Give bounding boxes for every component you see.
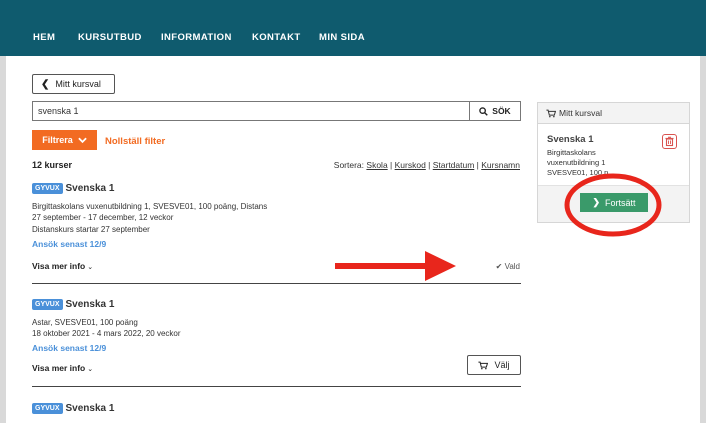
nav-item-kontakt[interactable]: KONTAKT	[252, 33, 301, 43]
course-title[interactable]: Svenska 1	[66, 403, 115, 414]
chevron-down-icon: ⌄	[87, 366, 94, 373]
trash-icon	[665, 136, 674, 147]
course-card: GYVUX Svenska 1 Birgittaskolans vuxenutbi…	[32, 180, 521, 286]
sort-option-startdatum[interactable]: Startdatum	[433, 160, 475, 170]
course-type-badge: GYVUX	[32, 403, 63, 415]
search-button-label: SÖK	[492, 106, 511, 116]
select-course-button[interactable]: Välj	[467, 355, 521, 375]
sort-options: Sortera: Skola | Kurskod | Startdatum | …	[333, 160, 520, 170]
apply-deadline-link[interactable]: Ansök senast 12/9	[32, 344, 106, 353]
cart-icon	[478, 361, 489, 369]
search-button[interactable]: SÖK	[469, 101, 521, 121]
cart-icon	[546, 109, 556, 117]
show-more-info-link[interactable]: Visa mer info ⌄	[32, 364, 93, 374]
apply-deadline-link[interactable]: Ansök senast 12/9	[32, 240, 106, 249]
nav-item-information[interactable]: INFORMATION	[161, 33, 232, 43]
chevron-right-icon: ❯	[592, 197, 601, 207]
course-dates: 27 september - 17 december, 12 veckor	[32, 213, 174, 222]
course-details: Astar, SVESVE01, 100 poäng	[32, 318, 138, 327]
left-edge	[0, 56, 6, 423]
sort-option-kurskod[interactable]: Kurskod	[395, 160, 426, 170]
course-type-badge: GYVUX	[32, 183, 63, 195]
selected-status-label: Vald	[504, 262, 520, 271]
top-navigation: HEM KURSUTBUD INFORMATION KONTAKT MIN SI…	[0, 0, 706, 56]
panel-header: Mitt kursval	[538, 103, 689, 124]
course-card: GYVUX Svenska 1 Astar, SVESVE01, 100 poän…	[32, 296, 521, 388]
checkmark-icon: ✔	[495, 262, 503, 271]
course-title[interactable]: Svenska 1	[66, 183, 115, 194]
cart-course-line: Birgittaskolans	[547, 148, 596, 157]
cart-course-line: SVESVE01, 100 p...	[547, 168, 615, 177]
panel-footer: ❯ Fortsätt	[538, 185, 689, 222]
chevron-down-icon: ⌄	[87, 264, 94, 271]
panel-header-label: Mitt kursval	[559, 108, 602, 118]
back-button-label: Mitt kursval	[55, 79, 101, 89]
course-dates: 18 oktober 2021 - 4 mars 2022, 20 veckor	[32, 329, 181, 338]
course-card: GYVUX Svenska 1	[32, 400, 521, 423]
remove-course-button[interactable]	[662, 134, 677, 149]
cart-course-line: vuxenutbildning 1	[547, 158, 606, 167]
my-courses-back-button[interactable]: ❮ Mitt kursval	[32, 74, 115, 94]
sort-option-kursnamn[interactable]: Kursnamn	[481, 160, 520, 170]
sort-label: Sortera:	[333, 160, 365, 170]
card-divider	[32, 386, 521, 387]
course-heading: GYVUX Svenska 1	[32, 180, 114, 198]
chevron-left-icon: ❮	[41, 78, 50, 90]
search-input[interactable]	[32, 101, 470, 121]
course-type-badge: GYVUX	[32, 299, 63, 311]
select-button-label: Välj	[494, 360, 510, 370]
course-start-note: Distanskurs startar 27 september	[32, 225, 150, 234]
continue-button[interactable]: ❯ Fortsätt	[580, 193, 648, 212]
filter-button[interactable]: Filtrera	[32, 130, 97, 150]
filter-button-label: Filtrera	[42, 135, 73, 145]
course-details: Birgittaskolans vuxenutbildning 1, SVESV…	[32, 202, 268, 211]
cart-course-title: Svenska 1	[547, 134, 594, 145]
my-courses-panel: Mitt kursval Svenska 1 Birgittaskolans v…	[537, 102, 690, 223]
course-heading: GYVUX Svenska 1	[32, 296, 114, 314]
result-count: 12 kurser	[32, 160, 73, 170]
sort-option-skola[interactable]: Skola	[366, 160, 387, 170]
card-divider	[32, 283, 521, 284]
right-edge	[700, 56, 706, 423]
show-more-info-link[interactable]: Visa mer info ⌄	[32, 262, 93, 272]
selected-status: ✔ Vald	[496, 262, 520, 271]
reset-filter-link[interactable]: Nollställ filter	[105, 137, 165, 147]
continue-button-label: Fortsätt	[605, 197, 636, 208]
course-title[interactable]: Svenska 1	[66, 299, 115, 310]
nav-item-min-sida[interactable]: MIN SIDA	[319, 33, 365, 43]
chevron-down-icon	[78, 137, 87, 143]
show-more-label: Visa mer info	[32, 261, 86, 271]
course-heading: GYVUX Svenska 1	[32, 400, 114, 418]
nav-item-kursutbud[interactable]: KURSUTBUD	[78, 33, 142, 43]
nav-item-hem[interactable]: HEM	[33, 33, 55, 43]
show-more-label: Visa mer info	[32, 363, 86, 373]
search-icon	[479, 106, 489, 116]
